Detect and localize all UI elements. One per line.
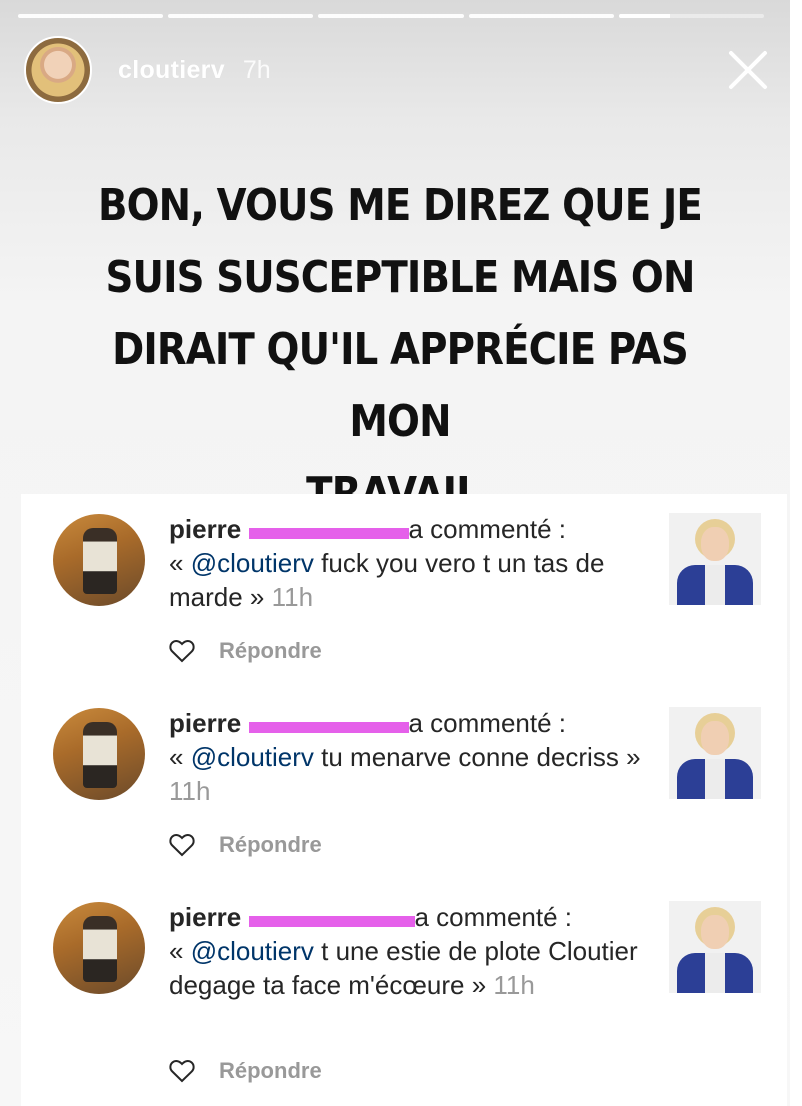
screen-edge <box>790 0 802 1106</box>
comment-time: 11h <box>271 582 314 612</box>
comment-text: pierre a commenté : « @cloutierv tu mena… <box>169 708 641 806</box>
close-icon[interactable] <box>726 48 770 92</box>
comment-body: tu menarve conne decriss <box>313 742 619 772</box>
story-time: 7h <box>242 55 271 84</box>
comments-screenshot-card: pierre a commenté : « @cloutierv fuck yo… <box>21 494 787 1106</box>
commenter-username[interactable]: pierre <box>169 708 409 738</box>
commenter-username[interactable]: pierre <box>169 902 415 932</box>
caption-line: BON, VOUS ME DIREZ QUE JE <box>97 180 703 231</box>
mention-link[interactable]: @cloutierv <box>191 742 314 772</box>
mention-link[interactable]: @cloutierv <box>191 936 314 966</box>
comment-text: pierre a commenté : « @cloutierv fuck yo… <box>169 514 605 612</box>
progress-fill <box>618 14 670 18</box>
post-thumbnail[interactable] <box>669 707 761 799</box>
post-thumbnail[interactable] <box>669 513 761 605</box>
comment-actions: Répondre <box>169 638 322 664</box>
progress-segment <box>468 14 614 18</box>
commenter-username[interactable]: pierre <box>169 514 409 544</box>
heart-icon[interactable] <box>169 639 195 663</box>
comment-time: 11h <box>169 776 211 806</box>
story-caption: BON, VOUS ME DIREZ QUE JE SUIS SUSCEPTIB… <box>83 170 717 530</box>
progress-segment-current <box>618 14 765 18</box>
progress-segment <box>168 14 314 18</box>
story-username[interactable]: cloutierv <box>118 56 225 85</box>
story-progress-bar <box>18 14 765 18</box>
reply-button[interactable]: Répondre <box>219 1058 322 1084</box>
comment-text: pierre a commenté : « @cloutierv t une e… <box>169 902 638 1000</box>
reply-button[interactable]: Répondre <box>219 832 322 858</box>
comment-actions: Répondre <box>169 832 322 858</box>
reply-button[interactable]: Répondre <box>219 638 322 664</box>
caption-line: DIRAIT QU'IL APPRÉCIE PAS MON <box>112 324 689 447</box>
progress-segment <box>18 14 164 18</box>
commenter-avatar[interactable] <box>53 514 145 606</box>
mention-link[interactable]: @cloutierv <box>191 548 314 578</box>
redaction-mark <box>249 722 409 733</box>
heart-icon[interactable] <box>169 833 195 857</box>
comment-time: 11h <box>493 970 535 1000</box>
progress-segment <box>318 14 464 18</box>
redaction-mark <box>249 528 409 539</box>
story-header: cloutierv 7h <box>24 36 271 104</box>
post-thumbnail[interactable] <box>669 901 761 993</box>
commenter-avatar[interactable] <box>53 708 145 800</box>
comment-actions: Répondre <box>169 1058 322 1084</box>
redaction-mark <box>249 916 415 927</box>
heart-icon[interactable] <box>169 1059 195 1083</box>
caption-line: SUIS SUSCEPTIBLE MAIS ON <box>105 252 696 303</box>
profile-avatar[interactable] <box>24 36 92 104</box>
commenter-avatar[interactable] <box>53 902 145 994</box>
